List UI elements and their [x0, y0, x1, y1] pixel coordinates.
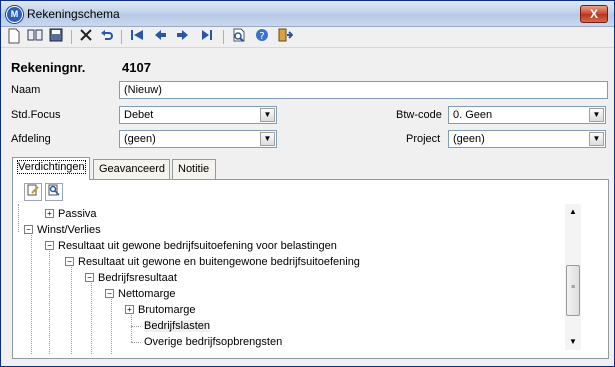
btwcode-select[interactable]: 0. Geen ▼ — [448, 106, 606, 124]
svg-text:?: ? — [259, 31, 264, 42]
tab-verdichtingen[interactable]: Verdichtingen — [12, 157, 90, 180]
print-preview-icon[interactable] — [230, 28, 248, 46]
tree-node-passiva[interactable]: + Passiva — [45, 206, 97, 222]
collapse-icon[interactable]: − — [85, 273, 94, 282]
tree-node-label: Winst/Verlies — [37, 224, 101, 236]
naam-input[interactable]: (Nieuw) — [119, 81, 608, 99]
account-tree[interactable]: + Passiva − Winst/Verlies − Resultaat uit g… — [15, 204, 565, 354]
tree-node-label: Bedrijfsresultaat — [98, 272, 177, 284]
tree-node-brutomarge[interactable]: + Brutomarge — [125, 302, 195, 318]
tab-geavanceerd-label: Geavanceerd — [99, 163, 166, 175]
previous-record-icon[interactable] — [151, 28, 169, 46]
tree-scrollbar[interactable]: ▲ ≡ ▼ — [565, 204, 581, 350]
save-icon[interactable] — [47, 28, 65, 46]
chevron-down-icon[interactable]: ▼ — [260, 132, 275, 146]
scroll-up-icon[interactable]: ▲ — [565, 204, 581, 220]
tree-node-label: Passiva — [58, 208, 97, 220]
scrollbar-thumb[interactable]: ≡ — [566, 265, 580, 316]
tab-notitie[interactable]: Notitie — [172, 159, 216, 179]
btwcode-value: 0. Geen — [453, 109, 493, 121]
tree-node-bedrijfsresultaat[interactable]: − Bedrijfsresultaat — [85, 270, 177, 286]
tab-verdichtingen-label: Verdichtingen — [17, 160, 86, 174]
close-button[interactable]: X — [580, 5, 608, 23]
app-logo-icon: M — [6, 6, 23, 23]
scroll-down-icon[interactable]: ▼ — [565, 334, 581, 350]
search-icon[interactable] — [45, 183, 63, 201]
collapse-icon[interactable]: − — [65, 257, 74, 266]
project-label: Project — [406, 133, 441, 145]
help-icon[interactable]: ? — [253, 28, 271, 46]
grip-icon: ≡ — [571, 284, 576, 291]
stdfocus-value: Debet — [124, 109, 154, 121]
project-select[interactable]: (geen) ▼ — [448, 130, 606, 148]
title-bar[interactable]: M Rekeningschema X — [1, 1, 614, 27]
open-book-icon[interactable] — [26, 28, 44, 46]
tree-node-label: Bedrijfslasten — [144, 320, 211, 332]
project-value: (geen) — [453, 133, 485, 145]
tree-node-label: Brutomarge — [138, 304, 196, 316]
collapse-icon[interactable]: − — [45, 241, 54, 250]
collapse-icon[interactable]: − — [105, 289, 114, 298]
naam-label: Naam — [11, 84, 41, 96]
last-record-icon[interactable] — [197, 28, 215, 46]
tree-node-nettomarge[interactable]: − Nettomarge — [105, 286, 175, 302]
tree-node-winst-verlies[interactable]: − Winst/Verlies — [24, 222, 101, 238]
tree-node-label: Resultaat uit gewone en buitengewone bed… — [78, 256, 360, 268]
chevron-down-icon[interactable]: ▼ — [589, 108, 604, 122]
first-record-icon[interactable] — [128, 28, 146, 46]
tree-node-resultaat-gewone-buitengewone[interactable]: − Resultaat uit gewone en buitengewone be… — [65, 254, 360, 270]
tree-node-label: Overige bedrijfsopbrengsten — [144, 336, 283, 348]
exit-icon[interactable] — [276, 28, 294, 46]
tab-geavanceerd[interactable]: Geavanceerd — [93, 159, 170, 179]
next-record-icon[interactable] — [174, 28, 192, 46]
afdeling-value: (geen) — [124, 133, 156, 145]
stdfocus-select[interactable]: Debet ▼ — [119, 106, 277, 124]
chevron-down-icon[interactable]: ▼ — [589, 132, 604, 146]
edit-icon[interactable] — [24, 183, 42, 201]
afdeling-select[interactable]: (geen) ▼ — [119, 130, 277, 148]
undo-icon[interactable] — [98, 28, 116, 46]
tree-node-overige-bedrijfsopbrengsten[interactable]: Overige bedrijfsopbrengsten — [144, 334, 282, 350]
stdfocus-label: Std.Focus — [11, 109, 61, 121]
afdeling-label: Afdeling — [11, 133, 51, 145]
account-number-value: 4107 — [122, 60, 151, 75]
tree-node-resultaat-voor-belastingen[interactable]: − Resultaat uit gewone bedrijfsuitoefenin… — [45, 238, 337, 254]
expand-icon[interactable]: + — [45, 209, 54, 218]
chevron-down-icon[interactable]: ▼ — [260, 108, 275, 122]
tree-node-label: Nettomarge — [118, 288, 176, 300]
tree-toolbar — [15, 182, 67, 202]
window: M Rekeningschema X ? Rekeningnr. 4107 Na… — [0, 0, 615, 367]
delete-icon[interactable] — [77, 28, 95, 46]
tree-node-label: Resultaat uit gewone bedrijfsuitoefening… — [58, 240, 337, 252]
main-toolbar: ? — [1, 27, 614, 48]
tree-node-bedrijfslasten[interactable]: Bedrijfslasten — [144, 318, 211, 334]
expand-icon[interactable]: + — [125, 305, 134, 314]
account-number-label: Rekeningnr. — [11, 60, 86, 75]
window-title: Rekeningschema — [27, 7, 120, 21]
collapse-icon[interactable]: − — [24, 225, 33, 234]
btwcode-label: Btw-code — [396, 109, 442, 121]
tab-notitie-label: Notitie — [178, 163, 210, 175]
new-document-icon[interactable] — [5, 28, 23, 46]
